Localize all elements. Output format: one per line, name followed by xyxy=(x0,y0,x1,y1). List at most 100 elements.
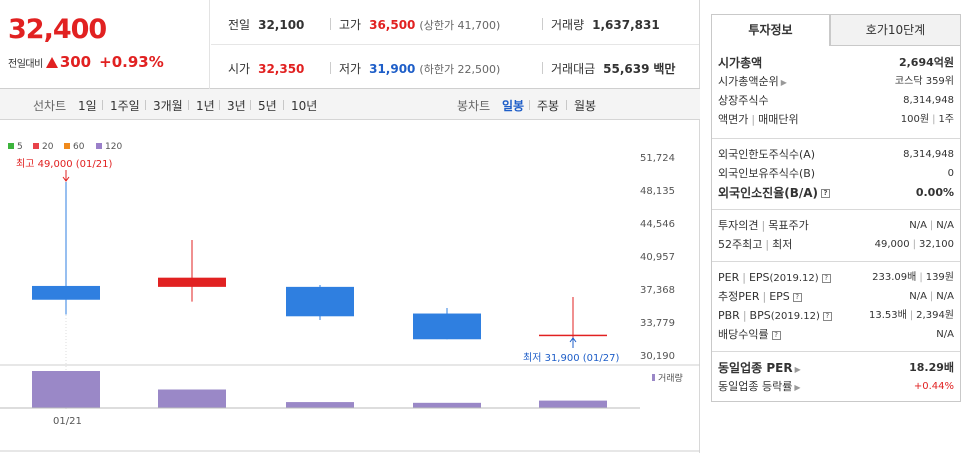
quote-divider xyxy=(211,44,699,45)
opinion-value-wrap: N/A | N/A xyxy=(909,220,954,231)
sector-rate-label: 동일업종 등락률 xyxy=(718,380,793,393)
left-panel: 32,400 전일대비 300 +0.93% 전일 32,100 고가 36,500… xyxy=(0,0,700,453)
trade-unit-label: 매매단위 xyxy=(758,113,799,126)
tab-investment-info[interactable]: 투자정보 xyxy=(711,14,830,46)
trade-value-cell: 거래대금 55,639 백만 xyxy=(551,60,675,77)
tab-5year[interactable]: 5년 xyxy=(258,97,277,114)
y-tick-label: 51,724 xyxy=(640,153,675,164)
row-foreign-hold: 외국인보유주식수(B) 0 xyxy=(718,166,954,182)
sector-rate-label-wrap: 동일업종 등락률 ▶ xyxy=(718,379,801,396)
candle-body xyxy=(413,313,481,340)
price-box: 32,400 전일대비 300 +0.93% xyxy=(0,0,210,89)
candlestick-chart: 5 20 60 120 51,724 48,135 44,546 40,957 37,368 33… xyxy=(0,142,700,452)
row-sector-per[interactable]: 동일업종 PER ▶ 18.29배 xyxy=(718,360,954,376)
sector-per-value: 18.29배 xyxy=(909,361,954,374)
tab-monthly[interactable]: 월봉 xyxy=(574,97,596,114)
help-icon[interactable]: ? xyxy=(821,273,831,283)
shares-label: 상장주식수 xyxy=(718,94,769,107)
pbr-value: 13.53배 xyxy=(868,310,907,321)
bps-value: 2,394원 xyxy=(916,310,954,321)
open-cell: 시가 32,350 xyxy=(228,60,304,77)
change-label: 전일대비 xyxy=(8,58,43,70)
tab-daily[interactable]: 일봉 xyxy=(502,97,524,114)
divider xyxy=(283,100,284,110)
w52-high-value: 49,000 xyxy=(874,239,910,250)
candle-body xyxy=(32,285,100,300)
section-divider xyxy=(712,138,960,139)
rank-label-wrap: 시가총액순위 ▶ xyxy=(718,74,787,91)
open-value: 32,350 xyxy=(258,62,305,76)
foreign-limit-label: 외국인한도주식수(A) xyxy=(718,148,816,161)
est-eps-label: EPS xyxy=(769,290,790,303)
row-rank[interactable]: 시가총액순위 ▶ 코스닥 359위 xyxy=(718,74,954,90)
divider xyxy=(188,100,189,110)
help-icon[interactable]: ? xyxy=(771,330,781,340)
current-price: 32,400 xyxy=(8,14,107,45)
section-divider xyxy=(712,261,960,262)
row-per: PER | EPS(2019.12)? 233.09배 | 139원 xyxy=(718,270,954,286)
volume-cell: 거래량 1,637,831 xyxy=(551,16,660,33)
est-per-value-wrap: N/A | N/A xyxy=(909,291,954,302)
est-per-label-wrap: 추정PER | EPS? xyxy=(718,289,802,305)
divider xyxy=(145,100,146,110)
trade-unit-value: 1주 xyxy=(938,114,954,125)
target-value: N/A xyxy=(936,220,954,231)
change-row: 전일대비 300 +0.93% xyxy=(8,53,164,71)
y-tick-label: 30,190 xyxy=(640,351,675,362)
tab-1week[interactable]: 1주일 xyxy=(110,97,140,114)
section-divider xyxy=(712,351,960,352)
divider xyxy=(542,18,543,30)
tab-1day[interactable]: 1일 xyxy=(78,97,97,114)
tab-order-book[interactable]: 호가10단계 xyxy=(830,14,961,46)
foreign-ratio-label: 외국인소진율(B/A) xyxy=(718,186,819,200)
tab-1year[interactable]: 1년 xyxy=(196,97,215,114)
help-icon[interactable]: ? xyxy=(822,311,832,321)
tab-weekly[interactable]: 주봉 xyxy=(537,97,559,114)
change-percent: +0.93% xyxy=(99,53,164,71)
help-icon[interactable]: ? xyxy=(821,189,831,198)
volume-bar xyxy=(413,402,481,408)
volume-value: 1,637,831 xyxy=(592,18,660,32)
opinion-label-wrap: 투자의견 | 목표주가 xyxy=(718,219,809,232)
pbr-label-wrap: PBR | BPS(2019.12)? xyxy=(718,308,832,325)
divider xyxy=(102,100,103,110)
row-par: 액면가 | 매매단위 100원 | 1주 xyxy=(718,112,954,128)
row-sector-rate[interactable]: 동일업종 등락률 ▶ +0.44% xyxy=(718,379,954,395)
tab-10year[interactable]: 10년 xyxy=(291,97,317,114)
y-tick-label: 40,957 xyxy=(640,252,675,263)
w52-low-label: 최저 xyxy=(772,238,793,251)
open-label: 시가 xyxy=(228,62,251,76)
high-annotation: 최고 49,000 (01/21) xyxy=(16,158,112,170)
arrow-right-icon: ▶ xyxy=(780,78,787,87)
divider xyxy=(529,100,530,110)
divider xyxy=(219,100,220,110)
legend-swatch xyxy=(96,143,102,149)
opinion-value: N/A xyxy=(909,220,927,231)
up-triangle-icon xyxy=(45,56,58,68)
x-tick-label: 01/21 xyxy=(53,416,82,427)
volume-bar xyxy=(286,402,354,408)
upper-limit: (상한가 41,700) xyxy=(419,19,501,32)
chart-tab-bar: 선차트 1일 1주일 3개월 1년 3년 5년 10년 봉차트 일봉 주봉 월봉 xyxy=(0,89,700,120)
row-dividend: 배당수익률? N/A xyxy=(718,327,954,343)
bps-label: BPS xyxy=(749,309,771,322)
pbr-label: PBR xyxy=(718,309,740,322)
tab-3month[interactable]: 3개월 xyxy=(153,97,183,114)
high-value: 36,500 xyxy=(369,18,416,32)
per-label-wrap: PER | EPS(2019.12)? xyxy=(718,270,831,287)
foreign-ratio-value: 0.00% xyxy=(915,186,954,199)
est-per-value: N/A xyxy=(909,291,927,302)
rank-label: 시가총액순위 xyxy=(718,75,779,88)
eps-value: 139원 xyxy=(925,272,954,283)
right-panel: 투자정보 호가10단계 시가총액 2,694억원 시가총액순위 ▶ 코스닥 359… xyxy=(702,0,965,453)
opinion-label: 투자의견 xyxy=(718,219,759,232)
candle-chart-label: 봉차트 xyxy=(457,99,491,113)
help-icon[interactable]: ? xyxy=(792,292,802,302)
shares-value: 8,314,948 xyxy=(903,95,954,106)
high-cell: 고가 36,500 (상한가 41,700) xyxy=(339,16,500,33)
legend-label: 5 xyxy=(17,142,23,152)
divider xyxy=(330,18,331,30)
info-tabs: 투자정보 호가10단계 xyxy=(711,14,961,46)
row-pbr: PBR | BPS(2019.12)? 13.53배 | 2,394원 xyxy=(718,308,954,324)
tab-3year[interactable]: 3년 xyxy=(227,97,246,114)
